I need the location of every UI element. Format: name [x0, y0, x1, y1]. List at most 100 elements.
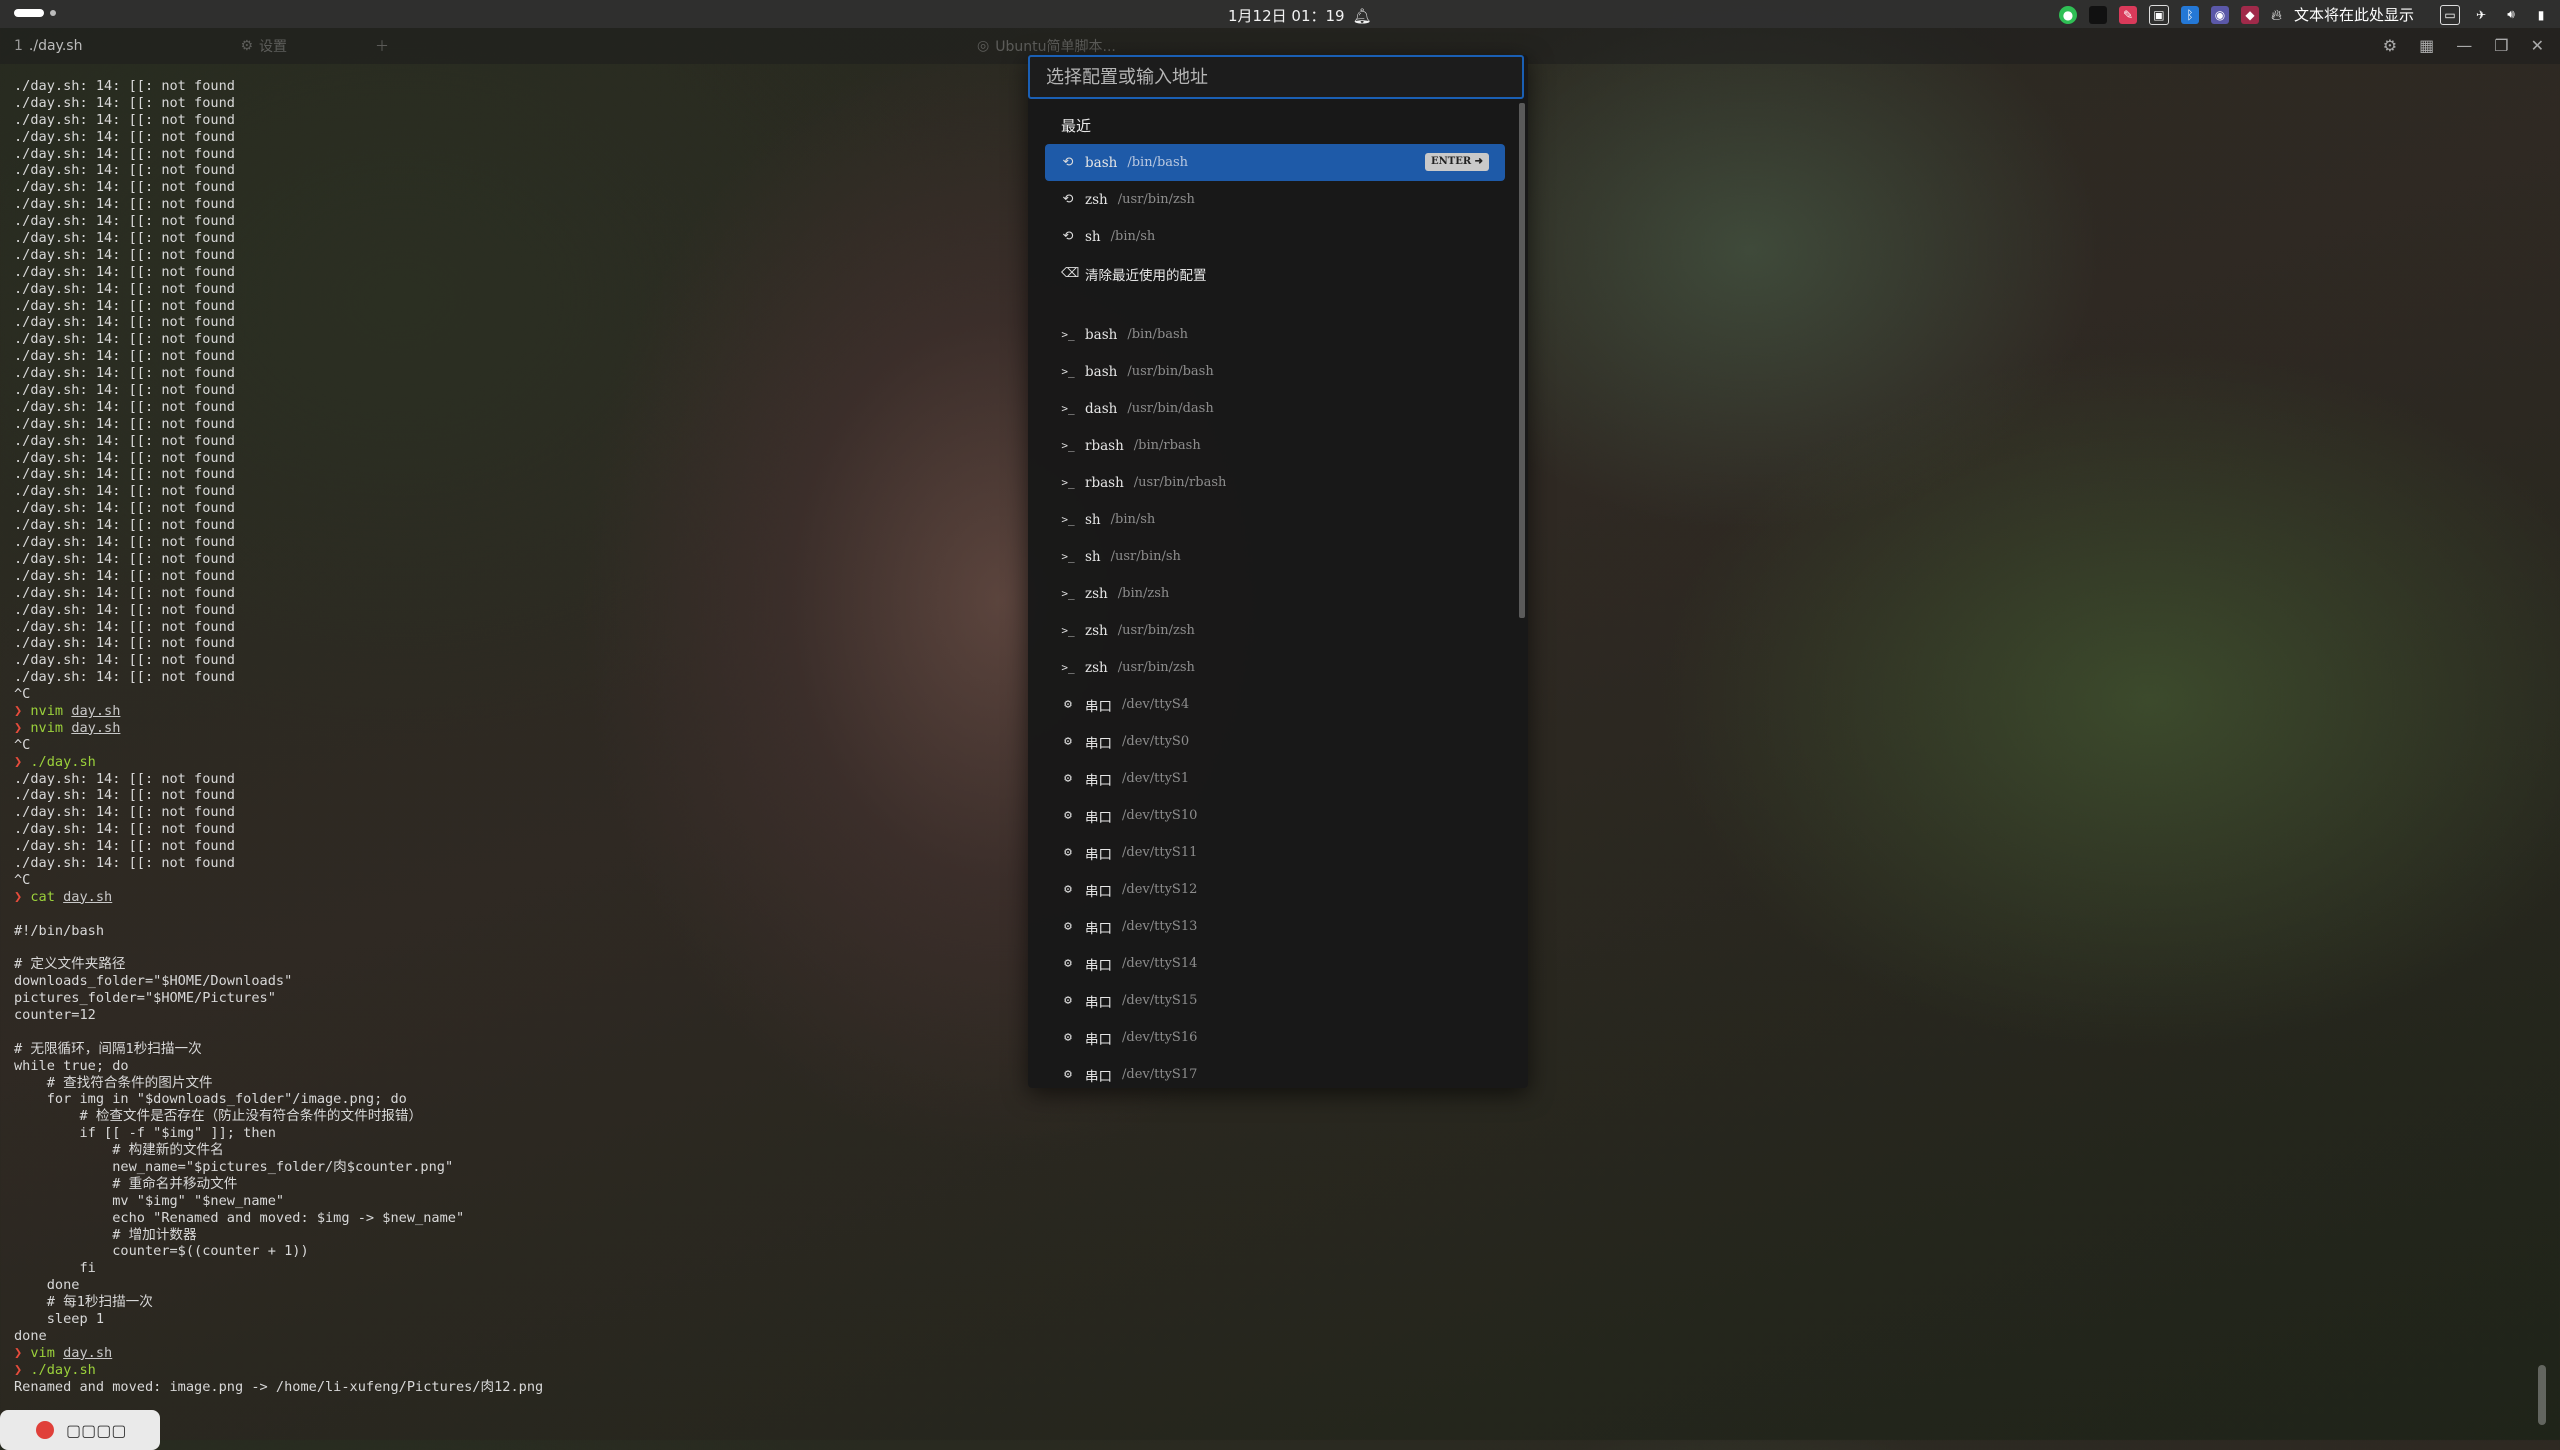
recent-item-zsh[interactable]: ⟲ zsh /usr/bin/zsh [1045, 181, 1505, 218]
output-text: ./day.sh: 14: [[: not found [14, 466, 235, 483]
tab-day-sh[interactable]: 1 ./day.sh [0, 28, 96, 64]
terminal-line: pictures_folder="$HOME/Pictures" [14, 990, 1014, 1007]
profile-item[interactable]: ⚙ 串口/dev/ttyS17 [1045, 1056, 1505, 1093]
terminal-line: ./day.sh: 14: [[: not found [14, 466, 1014, 483]
profile-item[interactable]: ⚙ 串口/dev/ttyS4 [1045, 686, 1505, 723]
clear-recent-button[interactable]: ⌫ 清除最近使用的配置 [1045, 255, 1505, 292]
command-text: nvim [30, 702, 64, 719]
serial-icon: ⚙ [1064, 919, 1072, 934]
profile-item[interactable]: ⚙ 串口/dev/ttyS12 [1045, 871, 1505, 908]
terminal-icon: >_ [1061, 624, 1075, 637]
wechat-icon[interactable]: ● [2058, 5, 2077, 24]
output-text: ./day.sh: 14: [[: not found [14, 213, 235, 230]
app-window-icon[interactable]: ▣ [2148, 4, 2169, 25]
recent-item-sh[interactable]: ⟲ sh /bin/sh [1045, 218, 1505, 255]
serial-icon: ⚙ [1064, 697, 1072, 712]
item-path: /bin/sh [1110, 512, 1156, 527]
minimize-icon[interactable]: — [2456, 36, 2472, 55]
tray-status-text[interactable]: 文本将在此处显示 [2294, 4, 2414, 25]
output-text: ./day.sh: 14: [[: not found [14, 838, 235, 855]
profile-item[interactable]: >_ zsh/usr/bin/zsh [1045, 612, 1505, 649]
serial-icon: ⚙ [1064, 771, 1072, 786]
prompt-icon: ❯ [14, 1344, 31, 1361]
screen-icon[interactable]: ▭ [2440, 4, 2460, 25]
profile-item[interactable]: >_ bash/bin/bash [1045, 316, 1505, 353]
profile-item[interactable]: ⚙ 串口/dev/ttyS11 [1045, 834, 1505, 871]
bottom-notification[interactable]: ▢▢▢▢ [0, 1410, 160, 1450]
terminal-line: ./day.sh: 14: [[: not found [14, 652, 1014, 669]
maximize-icon[interactable]: ❐ [2494, 36, 2508, 55]
output-text: ./day.sh: 14: [[: not found [14, 669, 235, 686]
history-icon: ⟲ [1062, 192, 1074, 207]
terminal-line: ❯ nvim day.sh [14, 703, 1014, 720]
terminal-line: done [14, 1328, 1014, 1345]
terminal-line: ./day.sh: 14: [[: not found [14, 517, 1014, 534]
profile-item[interactable]: >_ sh/usr/bin/sh [1045, 538, 1505, 575]
tab-settings[interactable]: ⚙ 设置 [226, 28, 301, 64]
profile-item[interactable]: ⚙ 串口/dev/ttyS13 [1045, 908, 1505, 945]
gift-icon[interactable]: ▦ [2419, 36, 2434, 55]
recent-item-bash[interactable]: ⟲ bash /bin/bash ENTER ➜ [1045, 144, 1505, 181]
terminal-line: ❯ cat day.sh [14, 889, 1014, 906]
app-red-icon[interactable]: ✎ [2118, 5, 2137, 24]
command-argument: day.sh [71, 719, 121, 736]
output-text: ./day.sh: 14: [[: not found [14, 365, 235, 382]
app-bot-icon[interactable]: ◉ [2210, 5, 2229, 24]
network-icon[interactable]: ✈ [2472, 6, 2490, 24]
tab-label: ./day.sh [28, 38, 83, 54]
activities-button[interactable] [14, 9, 56, 17]
volume-icon[interactable]: 🔊︎ [2502, 6, 2520, 24]
serial-icon: ⚙ [1064, 734, 1072, 749]
terminal-output[interactable]: ./day.sh: 14: [[: not found ./day.sh: 14:… [14, 78, 1014, 1395]
close-icon[interactable]: ✕ [2531, 36, 2544, 55]
profile-item[interactable]: ⚙ 串口/dev/ttyS1 [1045, 760, 1505, 797]
output-text: ./day.sh: 14: [[: not found [14, 263, 235, 280]
clock[interactable]: 1月12日 01：19 🔔︎ [1228, 5, 1372, 26]
terminal-line: ./day.sh: 14: [[: not found [14, 838, 1014, 855]
terminal-line: ./day.sh: 14: [[: not found [14, 804, 1014, 821]
terminal-line: ./day.sh: 14: [[: not found [14, 146, 1014, 163]
terminal-line: ./day.sh: 14: [[: not found [14, 551, 1014, 568]
profile-item[interactable]: ⚙ 串口/dev/ttyS0 [1045, 723, 1505, 760]
app-red2-icon[interactable]: ◆ [2240, 5, 2259, 24]
profile-item[interactable]: >_ sh/bin/sh [1045, 501, 1505, 538]
item-name: 串口 [1085, 957, 1112, 974]
profile-item[interactable]: >_ dash/usr/bin/dash [1045, 390, 1505, 427]
terminal-line: ❯ ./day.sh [14, 754, 1014, 771]
profile-search-input[interactable] [1028, 55, 1524, 99]
profile-item[interactable]: ⚙ 串口/dev/ttyS10 [1045, 797, 1505, 834]
terminal-line: # 重命名并移动文件 [14, 1176, 1014, 1193]
profile-item[interactable]: >_ zsh/usr/bin/zsh [1045, 649, 1505, 686]
profile-item[interactable]: >_ zsh/bin/zsh [1045, 575, 1505, 612]
output-text: ./day.sh: 14: [[: not found [14, 550, 235, 567]
output-text: #!/bin/bash [14, 922, 105, 939]
command-text: ./day.sh [30, 1361, 96, 1378]
item-name: 串口 [1085, 772, 1112, 789]
tab-index: 1 [14, 38, 23, 54]
datetime-text: 1月12日 01：19 [1228, 7, 1345, 25]
item-name: rbash [1085, 437, 1124, 454]
profile-item[interactable]: ⚙ 串口/dev/ttyS15 [1045, 982, 1505, 1019]
battery-icon[interactable]: ▮ [2532, 6, 2550, 24]
profile-item[interactable]: ⚙ 串口/dev/ttyS14 [1045, 945, 1505, 982]
bluetooth-icon[interactable]: ᛒ [2180, 5, 2199, 24]
palette-scrollbar[interactable] [1519, 103, 1525, 618]
output-text: ./day.sh: 14: [[: not found [14, 111, 235, 128]
settings-icon[interactable]: ⚙ [2383, 36, 2397, 55]
terminal-scrollbar[interactable] [2538, 1365, 2546, 1425]
command-argument: day.sh [63, 1344, 113, 1361]
prompt-icon: ❯ [14, 753, 31, 770]
serial-icon: ⚙ [1064, 845, 1072, 860]
terminal-line: ./day.sh: 14: [[: not found [14, 230, 1014, 247]
profile-item[interactable]: >_ bash/usr/bin/bash [1045, 353, 1505, 390]
item-path: /bin/rbash [1133, 438, 1201, 453]
new-tab-button[interactable]: ＋ [361, 28, 403, 64]
profile-item[interactable]: ⚙ 串口/dev/ttyS16 [1045, 1019, 1505, 1056]
output-text: new_name="$pictures_folder/肉$counter.png… [14, 1159, 454, 1175]
app-square-icon[interactable] [2088, 5, 2107, 24]
output-text: ./day.sh: 14: [[: not found [14, 483, 235, 500]
item-path: /usr/bin/zsh [1117, 660, 1195, 675]
profile-item[interactable]: >_ rbash/bin/rbash [1045, 427, 1505, 464]
profile-item[interactable]: >_ rbash/usr/bin/rbash [1045, 464, 1505, 501]
item-name: sh [1085, 548, 1101, 565]
